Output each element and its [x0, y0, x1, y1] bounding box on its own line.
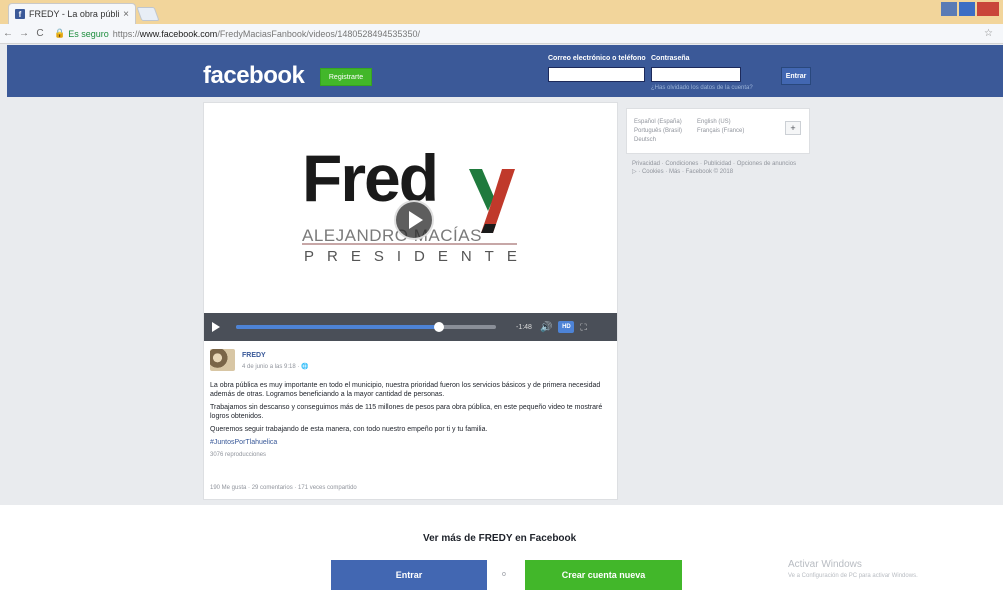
facebook-logo[interactable]: facebook: [203, 62, 305, 90]
new-tab-button[interactable]: [136, 7, 160, 21]
password-label: Contraseña: [651, 55, 690, 62]
bottom-login-button[interactable]: Entrar: [331, 560, 487, 590]
facebook-header: facebook Registrarte Correo electrónico …: [7, 45, 1003, 97]
hd-icon[interactable]: HD: [558, 321, 575, 333]
language-option[interactable]: Español (España): [634, 118, 682, 127]
facebook-favicon-icon: f: [15, 9, 25, 19]
url-field[interactable]: 🔒 Es seguro https://www.facebook.com/Fre…: [54, 28, 420, 39]
language-column-2: English (US) Français (France): [697, 118, 744, 136]
play-icon[interactable]: [212, 322, 220, 332]
reload-icon[interactable]: C: [32, 28, 48, 39]
fullscreen-icon[interactable]: ⛶: [580, 322, 586, 333]
video-post-card: Fred ALEJANDRO MACÍAS PRESIDENTE -1:48 🔊…: [203, 102, 618, 500]
secure-label: Es seguro: [68, 28, 109, 39]
minimize-button[interactable]: [941, 2, 957, 16]
language-option[interactable]: Português (Brasil): [634, 127, 682, 136]
activate-title: Activar Windows: [788, 559, 862, 570]
post-stats[interactable]: 190 Me gusta · 29 comentarios · 171 vece…: [210, 485, 357, 491]
post-paragraph: La obra pública es muy importante en tod…: [210, 382, 601, 398]
forward-icon[interactable]: →: [16, 28, 32, 39]
url-prefix: https://: [112, 28, 140, 39]
play-overlay-button[interactable]: [394, 200, 434, 240]
url-path: /FredyMaciasFanbook/videos/1480528494535…: [217, 28, 420, 39]
post-body: La obra pública es muy importante en tod…: [210, 381, 614, 464]
volume-icon[interactable]: 🔊: [540, 322, 552, 333]
brand-y-letter: [469, 169, 515, 233]
browser-tab[interactable]: f FREDY - La obra pública ... ×: [8, 3, 136, 24]
activate-subtitle: Ve a Configuración de PC para activar Wi…: [788, 573, 918, 579]
close-window-button[interactable]: [977, 2, 999, 16]
email-label: Correo electrónico o teléfono: [548, 55, 646, 62]
url-host: www.facebook.com: [139, 28, 218, 39]
post-date[interactable]: 4 de junio a las 9:18 · 🌐: [242, 363, 309, 370]
brand-divider: [302, 243, 517, 245]
video-player[interactable]: Fred ALEJANDRO MACÍAS PRESIDENTE -1:48 🔊…: [204, 103, 617, 341]
time-remaining: -1:48: [516, 323, 532, 331]
language-box: Español (España) Português (Brasil) Deut…: [626, 108, 810, 154]
bottom-signup-section: Ver más de FREDY en Facebook Entrar o Cr…: [0, 505, 1003, 604]
back-icon[interactable]: ←: [0, 28, 16, 39]
language-column-1: Español (España) Português (Brasil) Deut…: [634, 118, 682, 145]
or-separator: o: [502, 571, 506, 578]
avatar[interactable]: [210, 349, 235, 371]
tab-title: FREDY - La obra pública ...: [29, 9, 120, 19]
login-button[interactable]: Entrar: [781, 67, 811, 85]
language-option[interactable]: Français (France): [697, 127, 744, 136]
progress-fill: [236, 325, 439, 329]
register-button[interactable]: Registrarte: [320, 68, 372, 86]
windows-activation-watermark: Activar Windows Ve a Configuración de PC…: [788, 559, 918, 579]
post-paragraph: Queremos seguir trabajando de esta maner…: [210, 426, 488, 433]
more-languages-button[interactable]: +: [785, 121, 801, 135]
progress-bar[interactable]: [236, 322, 496, 332]
language-option[interactable]: English (US): [697, 118, 744, 127]
bookmark-star-icon[interactable]: ☆: [984, 28, 993, 39]
brand-tagline: PRESIDENTE: [304, 248, 530, 265]
see-more-heading: Ver más de FREDY en Facebook: [423, 533, 577, 544]
window-controls: [941, 2, 999, 16]
post-author[interactable]: FREDY: [242, 352, 266, 359]
tab-close-icon[interactable]: ×: [123, 9, 129, 20]
video-controls: -1:48 🔊 HD ⛶: [204, 313, 617, 341]
post-paragraph: Trabajamos sin descanso y conseguimos má…: [210, 404, 603, 420]
footer-links[interactable]: Privacidad · Condiciones · Publicidad · …: [632, 160, 802, 176]
browser-tab-bar: f FREDY - La obra pública ... ×: [0, 0, 1003, 24]
lock-icon: 🔒: [54, 28, 66, 38]
address-bar: ← → C 🔒 Es seguro https://www.facebook.c…: [0, 24, 1003, 44]
progress-knob[interactable]: [433, 322, 444, 332]
maximize-button[interactable]: [959, 2, 975, 16]
post-hashtag[interactable]: #JuntosPorTlahuelica: [210, 438, 614, 447]
create-account-button[interactable]: Crear cuenta nueva: [525, 560, 682, 590]
password-field[interactable]: [651, 67, 741, 82]
reproductions-count: 3076 reproducciones: [210, 452, 267, 458]
forgot-account-link[interactable]: ¿Has olvidado los datos de la cuenta?: [651, 85, 753, 91]
language-option[interactable]: Deutsch: [634, 136, 682, 145]
email-field[interactable]: [548, 67, 645, 82]
